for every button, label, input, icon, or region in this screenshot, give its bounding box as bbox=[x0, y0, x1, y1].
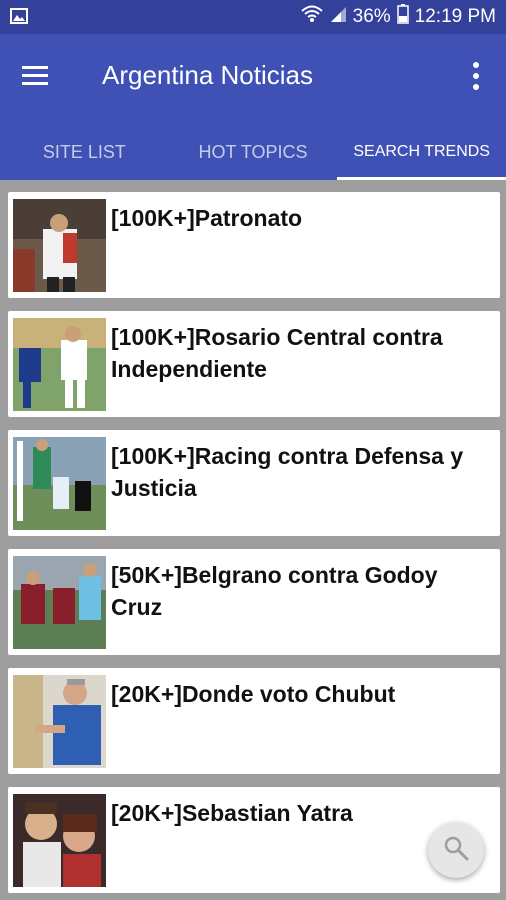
thumbnail-image bbox=[13, 675, 106, 768]
trend-title: [20K+]Donde voto Chubut bbox=[111, 681, 396, 707]
battery-icon bbox=[396, 4, 409, 30]
thumbnail-image bbox=[13, 318, 106, 411]
list-item[interactable]: [50K+]Belgrano contra Godoy Cruz bbox=[8, 549, 500, 655]
app-title: Argentina Noticias bbox=[102, 60, 313, 90]
trend-title: [50K+]Belgrano contra Godoy Cruz bbox=[111, 562, 438, 620]
trend-title: [20K+]Sebastian Yatra bbox=[111, 800, 353, 826]
thumbnail-image bbox=[13, 199, 106, 292]
list-item[interactable]: [100K+]Racing contra Defensa y Justicia bbox=[8, 430, 500, 536]
menu-icon[interactable] bbox=[22, 58, 58, 92]
thumbnail-image bbox=[13, 437, 106, 530]
tab-search-trends[interactable]: SEARCH TRENDS bbox=[337, 124, 506, 180]
thumbnail-image bbox=[13, 556, 106, 649]
status-bar: 36% 12:19 PM bbox=[0, 0, 506, 34]
tab-bar: SITE LIST HOT TOPICS SEARCH TRENDS bbox=[0, 124, 506, 180]
list-item[interactable]: [20K+]Sebastian Yatra bbox=[8, 787, 500, 893]
list-item[interactable]: [20K+]Donde voto Chubut bbox=[8, 668, 500, 774]
image-notification-icon bbox=[10, 8, 28, 29]
search-fab-button[interactable] bbox=[428, 822, 484, 878]
trend-title: [100K+]Racing contra Defensa y Justicia bbox=[111, 443, 464, 501]
clock: 12:19 PM bbox=[414, 6, 496, 27]
wifi-icon bbox=[300, 5, 323, 29]
thumbnail-image bbox=[13, 794, 106, 887]
battery-percent: 36% bbox=[352, 6, 391, 27]
tab-hot-topics[interactable]: HOT TOPICS bbox=[169, 124, 338, 180]
list-item[interactable]: [100K+]Patronato bbox=[8, 192, 500, 298]
trend-title: [100K+]Rosario Central contra Independie… bbox=[111, 324, 443, 382]
signal-icon bbox=[329, 5, 347, 29]
trends-list: [100K+]Patronato [100K+]Rosario Central … bbox=[0, 180, 506, 900]
trend-title: [100K+]Patronato bbox=[111, 205, 303, 231]
tab-site-list[interactable]: SITE LIST bbox=[0, 124, 169, 180]
app-bar: Argentina Noticias SITE LIST HOT TOPICS … bbox=[0, 34, 506, 180]
search-icon bbox=[442, 834, 470, 867]
more-options-icon[interactable] bbox=[464, 56, 488, 96]
list-item[interactable]: [100K+]Rosario Central contra Independie… bbox=[8, 311, 500, 417]
